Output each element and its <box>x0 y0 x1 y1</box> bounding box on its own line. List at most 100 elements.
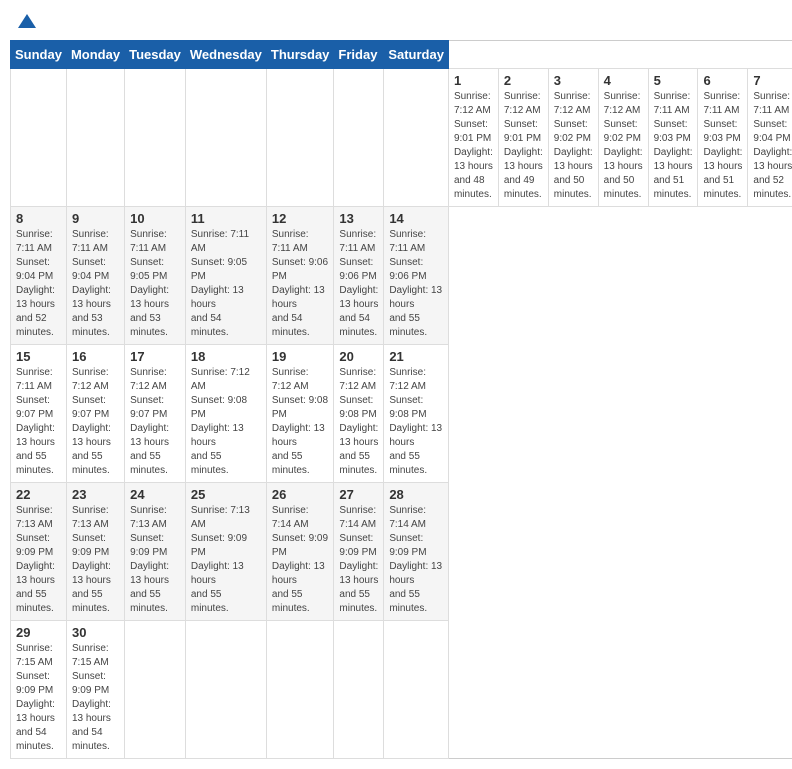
day-number: 21 <box>389 349 443 364</box>
day-number: 13 <box>339 211 378 226</box>
calendar-day-cell: 21Sunrise: 7:12 AM Sunset: 9:08 PM Dayli… <box>384 345 449 483</box>
calendar-day-cell: 30 Sunrise: 7:15 AM Sunset: 9:09 PM Dayli… <box>66 621 124 759</box>
calendar-day-cell: 8 Sunrise: 7:11 AM Sunset: 9:04 PM Daylig… <box>11 207 67 345</box>
weekday-header-cell: Sunday <box>11 41 67 69</box>
calendar-day-cell: 28 Sunrise: 7:14 AM Sunset: 9:09 PM Dayli… <box>384 483 449 621</box>
weekday-header-cell: Friday <box>334 41 384 69</box>
day-number: 15 <box>16 349 61 364</box>
calendar-week-row: 22 Sunrise: 7:13 AM Sunset: 9:09 PM Dayli… <box>11 483 792 621</box>
day-number: 23 <box>72 487 119 502</box>
calendar-day-cell: 7Sunrise: 7:11 AM Sunset: 9:04 PM Daylig… <box>748 69 792 207</box>
day-number: 27 <box>339 487 378 502</box>
calendar-day-cell: 10 Sunrise: 7:11 AM Sunset: 9:05 PM Dayli… <box>125 207 186 345</box>
day-number: 12 <box>272 211 329 226</box>
day-info: Sunrise: 7:11 AM Sunset: 9:05 PM Dayligh… <box>191 228 261 340</box>
calendar-day-cell: 26 Sunrise: 7:14 AM Sunset: 9:09 PM Dayli… <box>266 483 334 621</box>
calendar-day-cell: 9 Sunrise: 7:11 AM Sunset: 9:04 PM Daylig… <box>66 207 124 345</box>
day-info: Sunrise: 7:12 AM Sunset: 9:02 PM Dayligh… <box>554 90 593 202</box>
calendar-day-cell <box>384 621 449 759</box>
day-info: Sunrise: 7:15 AM Sunset: 9:09 PM Dayligh… <box>16 642 61 754</box>
day-number: 8 <box>16 211 61 226</box>
calendar-day-cell: 17 Sunrise: 7:12 AM Sunset: 9:07 PM Dayli… <box>125 345 186 483</box>
day-info: Sunrise: 7:13 AM Sunset: 9:09 PM Dayligh… <box>130 504 180 616</box>
day-info: Sunrise: 7:11 AM Sunset: 9:06 PM Dayligh… <box>272 228 329 340</box>
calendar-day-cell: 15Sunrise: 7:11 AM Sunset: 9:07 PM Dayli… <box>11 345 67 483</box>
calendar-day-cell: 3 Sunrise: 7:12 AM Sunset: 9:02 PM Daylig… <box>548 69 598 207</box>
day-number: 28 <box>389 487 443 502</box>
calendar-day-cell <box>266 621 334 759</box>
day-number: 6 <box>703 73 742 88</box>
day-info: Sunrise: 7:11 AM Sunset: 9:04 PM Dayligh… <box>72 228 119 340</box>
calendar-day-cell: 5 Sunrise: 7:11 AM Sunset: 9:03 PM Daylig… <box>648 69 698 207</box>
weekday-header-cell: Wednesday <box>185 41 266 69</box>
calendar-week-row: 8 Sunrise: 7:11 AM Sunset: 9:04 PM Daylig… <box>11 207 792 345</box>
day-number: 9 <box>72 211 119 226</box>
weekday-header-cell: Tuesday <box>125 41 186 69</box>
calendar-day-cell: 4 Sunrise: 7:12 AM Sunset: 9:02 PM Daylig… <box>598 69 648 207</box>
day-number: 1 <box>454 73 493 88</box>
day-number: 22 <box>16 487 61 502</box>
day-number: 20 <box>339 349 378 364</box>
day-number: 25 <box>191 487 261 502</box>
calendar-day-cell: 6 Sunrise: 7:11 AM Sunset: 9:03 PM Daylig… <box>698 69 748 207</box>
calendar-day-cell <box>11 69 67 207</box>
calendar-day-cell: 16 Sunrise: 7:12 AM Sunset: 9:07 PM Dayli… <box>66 345 124 483</box>
day-info: Sunrise: 7:14 AM Sunset: 9:09 PM Dayligh… <box>272 504 329 616</box>
day-number: 5 <box>654 73 693 88</box>
day-info: Sunrise: 7:12 AM Sunset: 9:08 PM Dayligh… <box>191 366 261 478</box>
day-number: 30 <box>72 625 119 640</box>
calendar-week-row: 1 Sunrise: 7:12 AM Sunset: 9:01 PM Daylig… <box>11 69 792 207</box>
calendar-day-cell: 22 Sunrise: 7:13 AM Sunset: 9:09 PM Dayli… <box>11 483 67 621</box>
calendar-day-cell: 20Sunrise: 7:12 AM Sunset: 9:08 PM Dayli… <box>334 345 384 483</box>
day-info: Sunrise: 7:11 AM Sunset: 9:04 PM Dayligh… <box>16 228 61 340</box>
calendar-day-cell: 12 Sunrise: 7:11 AM Sunset: 9:06 PM Dayli… <box>266 207 334 345</box>
day-number: 18 <box>191 349 261 364</box>
calendar-day-cell: 25 Sunrise: 7:13 AM Sunset: 9:09 PM Dayli… <box>185 483 266 621</box>
calendar-day-cell <box>334 69 384 207</box>
logo <box>16 14 36 30</box>
calendar-day-cell: 1 Sunrise: 7:12 AM Sunset: 9:01 PM Daylig… <box>448 69 498 207</box>
calendar-day-cell: 27Sunrise: 7:14 AM Sunset: 9:09 PM Dayli… <box>334 483 384 621</box>
page-header <box>10 10 782 34</box>
day-info: Sunrise: 7:11 AM Sunset: 9:03 PM Dayligh… <box>654 90 693 202</box>
day-number: 2 <box>504 73 543 88</box>
day-number: 10 <box>130 211 180 226</box>
day-info: Sunrise: 7:11 AM Sunset: 9:05 PM Dayligh… <box>130 228 180 340</box>
day-info: Sunrise: 7:11 AM Sunset: 9:03 PM Dayligh… <box>703 90 742 202</box>
calendar-day-cell: 14 Sunrise: 7:11 AM Sunset: 9:06 PM Dayli… <box>384 207 449 345</box>
calendar-table: SundayMondayTuesdayWednesdayThursdayFrid… <box>10 40 792 759</box>
day-info: Sunrise: 7:13 AM Sunset: 9:09 PM Dayligh… <box>72 504 119 616</box>
day-info: Sunrise: 7:12 AM Sunset: 9:08 PM Dayligh… <box>272 366 329 478</box>
logo-icon <box>18 12 36 30</box>
calendar-day-cell <box>185 621 266 759</box>
calendar-day-cell: 24Sunrise: 7:13 AM Sunset: 9:09 PM Dayli… <box>125 483 186 621</box>
day-number: 7 <box>753 73 792 88</box>
calendar-body: 1 Sunrise: 7:12 AM Sunset: 9:01 PM Daylig… <box>11 69 792 759</box>
calendar-day-cell: 23 Sunrise: 7:13 AM Sunset: 9:09 PM Dayli… <box>66 483 124 621</box>
day-info: Sunrise: 7:11 AM Sunset: 9:06 PM Dayligh… <box>389 228 443 340</box>
calendar-day-cell: 11Sunrise: 7:11 AM Sunset: 9:05 PM Dayli… <box>185 207 266 345</box>
calendar-day-cell <box>334 621 384 759</box>
day-info: Sunrise: 7:15 AM Sunset: 9:09 PM Dayligh… <box>72 642 119 754</box>
day-number: 19 <box>272 349 329 364</box>
calendar-day-cell: 29 Sunrise: 7:15 AM Sunset: 9:09 PM Dayli… <box>11 621 67 759</box>
day-info: Sunrise: 7:11 AM Sunset: 9:06 PM Dayligh… <box>339 228 378 340</box>
day-info: Sunrise: 7:14 AM Sunset: 9:09 PM Dayligh… <box>389 504 443 616</box>
day-info: Sunrise: 7:12 AM Sunset: 9:01 PM Dayligh… <box>454 90 493 202</box>
calendar-day-cell: 18 Sunrise: 7:12 AM Sunset: 9:08 PM Dayli… <box>185 345 266 483</box>
day-info: Sunrise: 7:12 AM Sunset: 9:07 PM Dayligh… <box>130 366 180 478</box>
day-number: 17 <box>130 349 180 364</box>
day-number: 29 <box>16 625 61 640</box>
day-number: 4 <box>604 73 643 88</box>
day-number: 3 <box>554 73 593 88</box>
calendar-day-cell <box>125 621 186 759</box>
day-info: Sunrise: 7:13 AM Sunset: 9:09 PM Dayligh… <box>16 504 61 616</box>
day-info: Sunrise: 7:13 AM Sunset: 9:09 PM Dayligh… <box>191 504 261 616</box>
day-info: Sunrise: 7:12 AM Sunset: 9:02 PM Dayligh… <box>604 90 643 202</box>
day-number: 26 <box>272 487 329 502</box>
day-number: 14 <box>389 211 443 226</box>
calendar-day-cell: 13 Sunrise: 7:11 AM Sunset: 9:06 PM Dayli… <box>334 207 384 345</box>
calendar-day-cell <box>185 69 266 207</box>
day-info: Sunrise: 7:12 AM Sunset: 9:07 PM Dayligh… <box>72 366 119 478</box>
day-number: 16 <box>72 349 119 364</box>
